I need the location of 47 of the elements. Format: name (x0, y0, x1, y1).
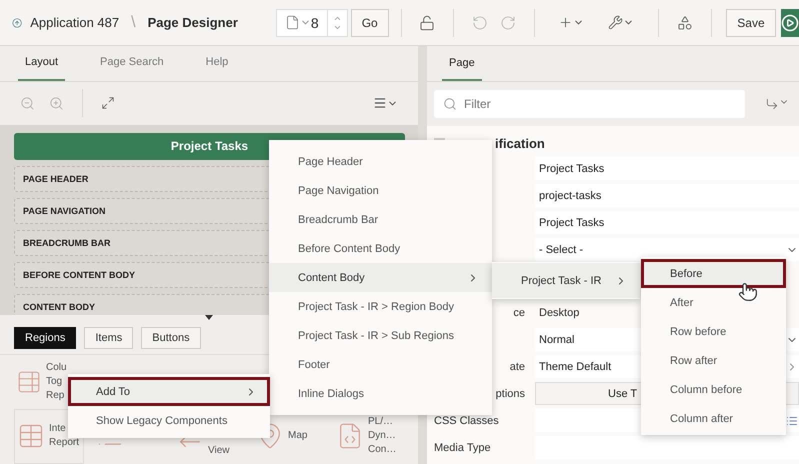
gallery-label: Rep (46, 389, 66, 404)
property-label: ate (508, 360, 526, 372)
property-value: Desktop (538, 306, 580, 318)
menu-item[interactable]: Footer (269, 350, 492, 379)
page-selector[interactable]: 8 (276, 8, 348, 36)
tab[interactable]: Page (442, 46, 482, 81)
text-field[interactable]: Project Tasks (535, 157, 799, 180)
property-label: Media Type (434, 442, 492, 454)
separator: \ (131, 14, 136, 32)
property-label: ptions (494, 388, 526, 400)
gallery-label: Report (49, 436, 80, 450)
menu-item[interactable]: Before (641, 259, 786, 288)
gallery-tab[interactable]: Regions (14, 327, 76, 350)
application-link[interactable]: Application 487 (30, 15, 120, 30)
menu-item[interactable]: Inline Dialogs (269, 379, 492, 408)
gallery-label: PL/… (368, 415, 394, 430)
tab[interactable]: Page Search (93, 46, 171, 81)
gallery-label: Dyn… (368, 429, 396, 444)
tab[interactable]: Help (198, 46, 236, 81)
gallery-label: Con… (368, 443, 396, 458)
filter-field[interactable]: Filter (434, 90, 745, 118)
text-field[interactable]: project-tasks (535, 184, 799, 207)
save-button[interactable]: Save (726, 8, 776, 36)
gallery-label: Colu (46, 361, 67, 376)
menu-item[interactable]: Content Body (269, 263, 492, 292)
menu-item[interactable]: Row after (641, 346, 786, 375)
gallery-label: Tog (46, 375, 64, 390)
gallery-label: Inte (49, 422, 67, 436)
go-button[interactable]: Go (350, 8, 389, 36)
gallery-tab[interactable]: Buttons (141, 327, 201, 350)
property-label: CSS Classes (434, 414, 500, 426)
menu-item[interactable]: Column after (641, 404, 786, 433)
page-title: Page Designer (148, 15, 238, 30)
gallery-tab[interactable]: Items (84, 327, 134, 350)
tab[interactable]: Layout (18, 46, 66, 81)
menu-item[interactable]: Add To (68, 377, 270, 406)
menu-item[interactable]: Project Task - IR > Region Body (269, 292, 492, 321)
menu-item[interactable]: Project Task - IR (492, 263, 640, 298)
select-field[interactable]: - Select - (535, 238, 799, 261)
text-field[interactable]: Project Tasks (535, 211, 799, 234)
section-title: ification (495, 136, 545, 150)
gallery-label: Map (288, 429, 308, 444)
menu-item[interactable]: Project Task - IR > Sub Regions (269, 321, 492, 350)
menu-item[interactable]: Column before (641, 375, 786, 404)
gallery-label: View (208, 444, 230, 458)
menu-item[interactable]: Row before (641, 317, 786, 346)
menu-item[interactable]: After (641, 288, 786, 317)
